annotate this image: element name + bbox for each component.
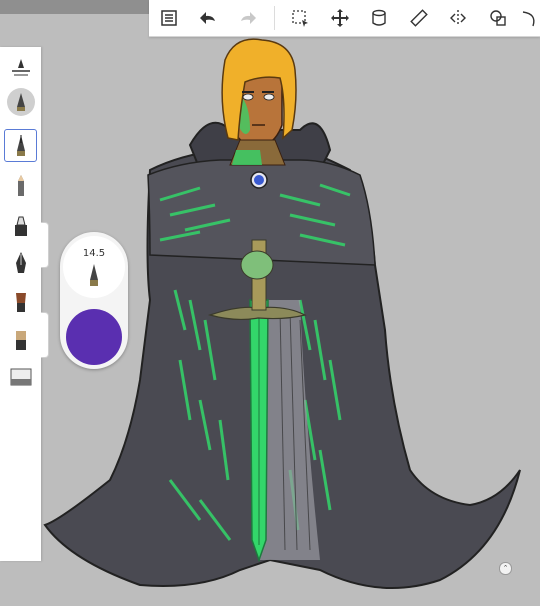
paintbrush-icon[interactable]	[4, 285, 37, 318]
flat-brush-icon[interactable]	[4, 323, 37, 356]
toolbar-divider	[273, 6, 275, 30]
soft-brush-icon[interactable]	[4, 85, 37, 118]
symmetry-icon[interactable]	[438, 0, 478, 36]
move-arrows-icon[interactable]	[320, 0, 360, 36]
palette-tab-lower[interactable]	[41, 312, 49, 358]
marker-icon[interactable]	[4, 209, 37, 242]
brush-size-control[interactable]: 14.5	[63, 236, 125, 298]
top-toolbar	[149, 0, 540, 37]
expand-chevron-icon[interactable]: ⌃	[499, 562, 512, 575]
pencil-selected-icon[interactable]	[4, 129, 37, 162]
status-strip	[0, 0, 150, 14]
current-brush-icon	[90, 264, 98, 286]
undo-arrow-icon[interactable]	[189, 0, 229, 36]
redo-arrow-icon[interactable]	[228, 0, 268, 36]
ink-pen-icon[interactable]	[4, 247, 37, 280]
brush-puck[interactable]: 14.5	[60, 232, 128, 369]
palette-tab-upper[interactable]	[41, 222, 49, 268]
brush-settings-icon[interactable]	[4, 52, 37, 85]
brush-palette	[0, 47, 41, 561]
ruler-icon[interactable]	[399, 0, 439, 36]
paint-bucket-icon[interactable]	[359, 0, 399, 36]
eraser-icon[interactable]	[4, 359, 37, 392]
pencil-icon[interactable]	[4, 169, 37, 202]
brush-size-label: 14.5	[82, 248, 106, 259]
list-menu-icon[interactable]	[149, 0, 189, 36]
shapes-icon[interactable]	[478, 0, 518, 36]
marquee-select-icon[interactable]	[280, 0, 320, 36]
color-puck-swatch[interactable]	[66, 309, 122, 365]
curve-icon[interactable]	[517, 0, 540, 36]
